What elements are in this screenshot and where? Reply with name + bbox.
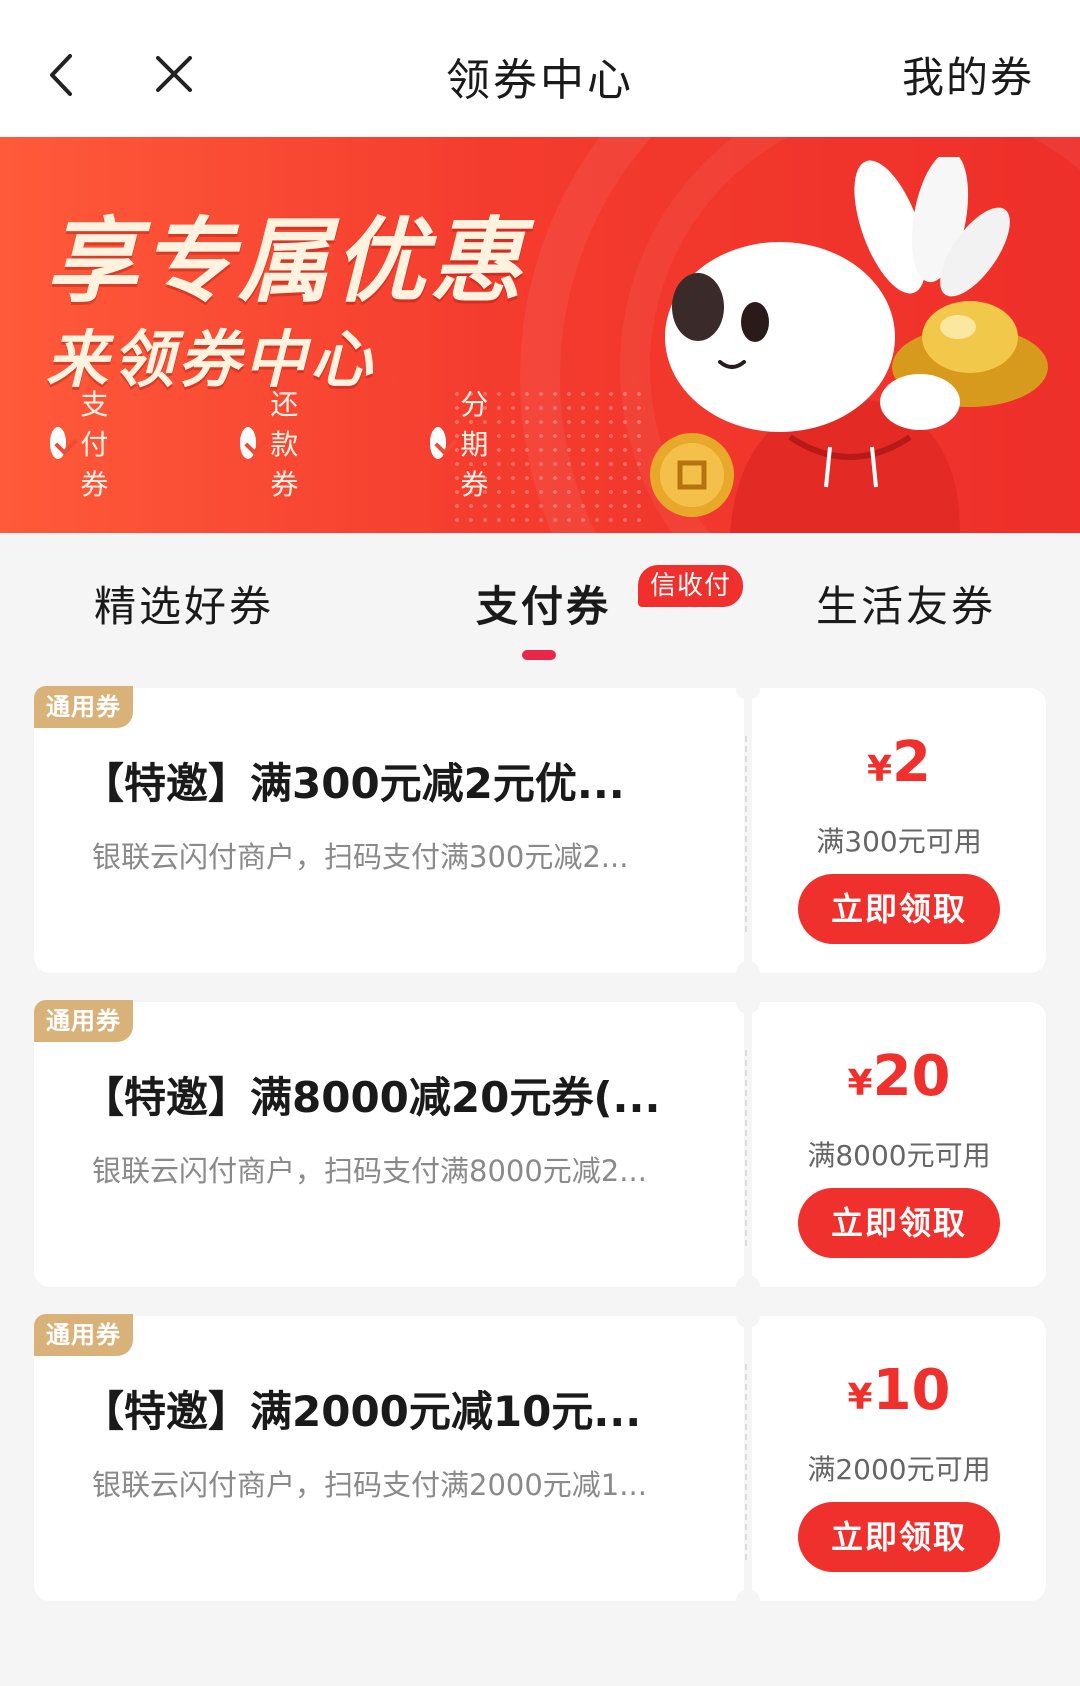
- coupon-amount-value: 10: [872, 1358, 951, 1423]
- coupon-notch: [736, 1304, 760, 1328]
- coupon-description: 银联云闪付商户，扫码支付满2000元减1...: [92, 1468, 647, 1502]
- coupon-notch: [736, 676, 760, 700]
- coupon-condition: 满300元可用: [816, 825, 982, 858]
- currency-symbol: ¥: [847, 1063, 873, 1104]
- coupon-notch: [736, 990, 760, 1014]
- coupon-notch: [736, 1589, 760, 1613]
- banner-tag-label: 分期券: [460, 388, 490, 501]
- my-coupons-link[interactable]: 我的券: [902, 44, 1034, 105]
- coupon-card: 通用券 【特邀】满2000元减10元... 银联云闪付商户，扫码支付满2000元…: [34, 1304, 1046, 1613]
- coupon-title: 【特邀】满300元减2元优...: [82, 759, 625, 808]
- coupon-divider: [745, 1050, 747, 1246]
- promo-banner[interactable]: 享专属优惠 来领券中心 支付券 还款券 分期券: [0, 137, 1080, 533]
- coupon-type-badge: 通用券: [34, 686, 133, 728]
- tab-featured[interactable]: 精选好券: [94, 573, 274, 634]
- banner-tag: 分期券: [430, 388, 505, 501]
- coupon-condition: 满2000元可用: [807, 1453, 991, 1486]
- coupon-info[interactable]: [34, 688, 744, 973]
- coupon-divider: [745, 1364, 747, 1560]
- banner-tag: 还款券: [240, 388, 315, 501]
- coupon-amount: ¥10: [752, 1358, 1046, 1423]
- coupon-condition: 满8000元可用: [807, 1139, 991, 1172]
- coupon-divider: [745, 736, 747, 932]
- tab-lifestyle[interactable]: 生活友券: [816, 573, 996, 634]
- banner-tag-label: 还款券: [270, 388, 300, 501]
- coupon-type-badge: 通用券: [34, 1000, 133, 1042]
- coupon-amount: ¥20: [752, 1044, 1046, 1109]
- coupon-type-badge: 通用券: [34, 1314, 133, 1356]
- top-bar: 领券中心 我的券: [0, 0, 1080, 137]
- currency-symbol: ¥: [866, 749, 893, 790]
- coupon-title: 【特邀】满8000减20元券(...: [82, 1073, 661, 1122]
- coupon-description: 银联云闪付商户，扫码支付满8000元减2...: [92, 1154, 647, 1188]
- claim-button[interactable]: 立即领取: [798, 1502, 1000, 1572]
- coupon-amount-value: 2: [892, 730, 932, 795]
- currency-symbol: ¥: [847, 1377, 873, 1418]
- banner-tag-label: 支付券: [80, 388, 110, 501]
- coupon-title: 【特邀】满2000元减10元...: [82, 1387, 642, 1436]
- tab-payment-badge: 信收付: [638, 565, 744, 607]
- coupon-info[interactable]: [34, 1316, 744, 1601]
- coupon-tabs: 精选好券 支付券 信收付 生活友券: [0, 533, 1080, 663]
- coupon-notch: [736, 961, 760, 985]
- coupon-card: 通用券 【特邀】满300元减2元优... 银联云闪付商户，扫码支付满300元减2…: [34, 676, 1046, 985]
- coupon-info[interactable]: [34, 1002, 744, 1287]
- coupon-amount-value: 20: [872, 1044, 951, 1109]
- coupon-notch: [736, 1275, 760, 1299]
- banner-headline: 享专属优惠: [46, 208, 527, 315]
- check-circle-icon: [240, 427, 257, 459]
- coupon-card: 通用券 【特邀】满8000减20元券(... 银联云闪付商户，扫码支付满8000…: [34, 990, 1046, 1299]
- active-tab-indicator: [522, 650, 556, 660]
- rabbit-mascot-illustration: [650, 157, 1048, 533]
- coupon-amount: ¥2: [752, 730, 1046, 795]
- claim-button[interactable]: 立即领取: [798, 874, 1000, 944]
- check-circle-icon: [430, 427, 447, 459]
- coupon-description: 银联云闪付商户，扫码支付满300元减2...: [92, 840, 629, 874]
- claim-button[interactable]: 立即领取: [798, 1188, 1000, 1258]
- tab-payment[interactable]: 支付券: [476, 573, 611, 634]
- banner-tag: 支付券: [50, 388, 125, 501]
- check-circle-icon: [50, 427, 67, 459]
